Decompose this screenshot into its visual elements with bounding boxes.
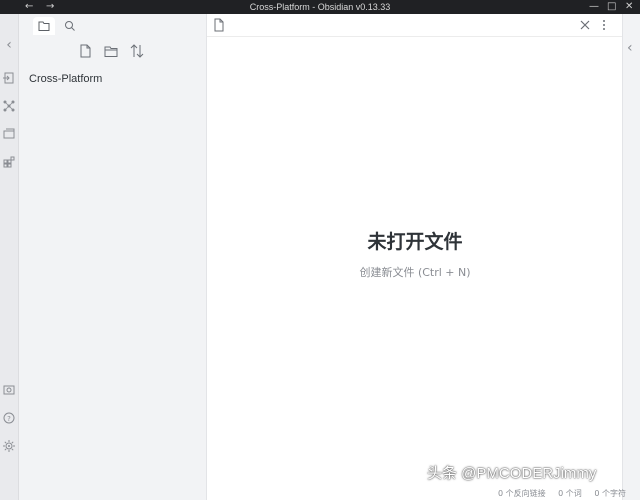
collapse-left-sidebar-icon[interactable]: ‹ <box>3 38 15 52</box>
expand-right-sidebar-icon[interactable]: ‹ <box>627 41 633 55</box>
maximize-button[interactable]: □ <box>607 0 616 14</box>
char-count: 0 个字符 <box>594 489 626 498</box>
status-bar: 0 个反向链接 0 个词 0 个字符 <box>488 488 626 500</box>
new-note-icon[interactable] <box>76 42 94 60</box>
tab-file-explorer[interactable] <box>33 17 55 35</box>
open-quick-switcher-icon[interactable] <box>3 72 15 84</box>
window-title: Cross-Platform - Obsidian v0.13.33 <box>249 2 391 12</box>
file-explorer-actions <box>19 40 206 64</box>
sidebar-tab-bar <box>19 14 206 36</box>
view-header <box>207 14 623 37</box>
empty-state-subtitle: 创建新文件 (Ctrl + N) <box>207 264 623 280</box>
sort-icon[interactable] <box>128 42 146 60</box>
new-folder-icon[interactable] <box>102 42 120 60</box>
main-workspace: 未打开文件 创建新文件 (Ctrl + N) <box>206 14 623 500</box>
settings-icon[interactable] <box>3 440 15 452</box>
open-vault-icon[interactable] <box>3 384 15 396</box>
watermark: 头条 @PMCODERJimmy <box>427 465 597 482</box>
title-bar: ← → Cross-Platform - Obsidian v0.13.33 —… <box>0 0 640 14</box>
vault-folder-cross-platform[interactable]: Cross-Platform <box>29 73 102 85</box>
graph-view-icon[interactable] <box>3 100 15 112</box>
help-icon[interactable]: ? <box>3 412 15 424</box>
close-pane-icon[interactable] <box>579 19 591 31</box>
empty-state-title: 未打开文件 <box>367 231 463 253</box>
svg-text:?: ? <box>7 415 11 423</box>
command-palette-icon[interactable] <box>3 156 15 168</box>
create-new-file-link[interactable]: 创建新文件 (Ctrl + N) <box>359 266 470 279</box>
left-ribbon: ‹ ? <box>0 14 19 500</box>
right-ribbon: ‹ <box>622 14 640 500</box>
tab-search[interactable] <box>59 17 81 35</box>
word-count: 0 个词 <box>558 489 582 498</box>
more-options-icon[interactable] <box>601 19 607 31</box>
left-sidebar: Cross-Platform <box>19 14 206 500</box>
file-tab-icon[interactable] <box>213 18 225 32</box>
minimize-button[interactable]: — <box>589 0 599 14</box>
backlinks-count: 0 个反向链接 <box>497 489 546 498</box>
open-daily-note-icon[interactable] <box>3 128 15 140</box>
close-window-button[interactable]: ✕ <box>625 0 633 14</box>
